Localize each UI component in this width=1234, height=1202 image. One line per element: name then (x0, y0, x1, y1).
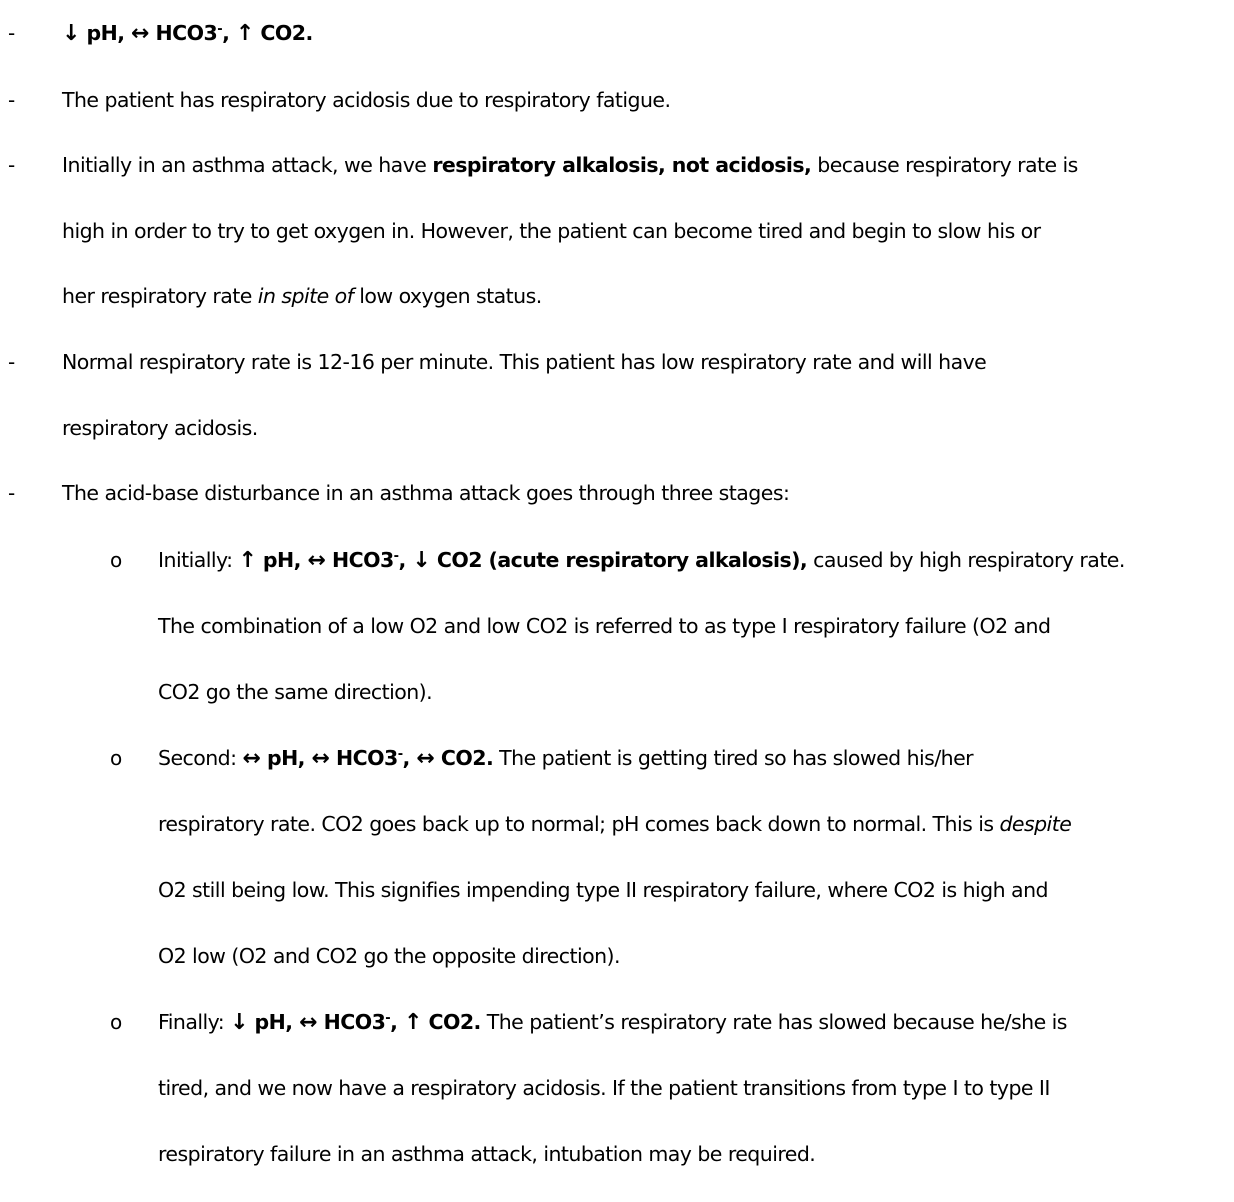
text-segment: respiratory rate. CO2 goes back up to no… (158, 812, 1000, 836)
text-segment: HCO3 (148, 21, 218, 45)
circle-bullet: o (110, 548, 123, 572)
text-segment: because respiratory rate is (811, 153, 1078, 177)
arrow-icon: ↔ (299, 1010, 317, 1035)
text-segment: Normal respiratory rate is 12-16 per min… (62, 350, 987, 374)
text-segment: O2 low (O2 and CO2 go the opposite direc… (158, 944, 620, 968)
dash-bullet: - (8, 153, 16, 177)
arrow-icon: ↔ (416, 746, 435, 771)
text-segment: The patient’s respiratory rate has slowe… (480, 1010, 1068, 1034)
arrow-icon: ↓ (62, 21, 80, 46)
text-line: Initially: ↑ pH, ↔ HCO3-, ↓ CO2 (acute r… (158, 546, 1125, 575)
text-line: O2 low (O2 and CO2 go the opposite direc… (158, 942, 620, 970)
text-segment: , (402, 746, 417, 770)
text-line: The patient has respiratory acidosis due… (62, 86, 671, 114)
text-segment: pH, (79, 21, 132, 45)
arrow-icon: ↑ (235, 21, 254, 46)
text-segment: Initially: (158, 548, 239, 572)
text-segment: CO2. (253, 21, 313, 45)
text-segment: in spite of (257, 284, 354, 308)
dash-bullet: - (8, 350, 16, 374)
text-segment: pH, (260, 746, 312, 770)
text-line: tired, and we now have a respiratory aci… (158, 1074, 1050, 1102)
arrow-icon: ↔ (311, 746, 330, 771)
text-line: Initially in an asthma attack, we have r… (62, 151, 1078, 179)
text-line: The acid-base disturbance in an asthma a… (62, 479, 790, 507)
text-line: respiratory failure in an asthma attack,… (158, 1140, 816, 1168)
text-segment: CO2 (acute respiratory alkalosis), (430, 548, 808, 572)
text-segment: high in order to try to get oxygen in. H… (62, 219, 1041, 243)
text-line: Normal respiratory rate is 12-16 per min… (62, 348, 987, 376)
text-segment: The combination of a low O2 and low CO2 … (158, 614, 1051, 638)
text-segment: low oxygen status. (353, 284, 542, 308)
text-line: Second: ↔ pH, ↔ HCO3-, ↔ CO2. The patien… (158, 744, 974, 773)
text-segment: O2 still being low. This signifies impen… (158, 878, 1049, 902)
text-line: The combination of a low O2 and low CO2 … (158, 612, 1051, 640)
dash-bullet: - (8, 21, 16, 45)
text-segment: Second: (158, 746, 243, 770)
text-segment: her respiratory rate (62, 284, 258, 308)
text-segment: The acid-base disturbance in an asthma a… (62, 481, 790, 505)
arrow-icon: ↔ (131, 21, 149, 46)
arrow-icon: ↑ (403, 1010, 422, 1035)
text-segment: CO2 go the same direction). (158, 680, 433, 704)
text-line: respiratory acidosis. (62, 414, 258, 442)
text-segment: respiratory alkalosis, not acidosis, (432, 153, 812, 177)
text-line: ↓ pH, ↔ HCO3-, ↑ CO2. (62, 19, 313, 48)
arrow-icon: ↓ (230, 1010, 248, 1035)
text-segment: respiratory failure in an asthma attack,… (158, 1142, 816, 1166)
arrow-icon: ↔ (242, 746, 261, 771)
text-segment: , (390, 1010, 404, 1034)
text-segment: HCO3 (325, 548, 394, 572)
text-segment: respiratory acidosis. (62, 416, 258, 440)
text-segment: HCO3 (317, 1010, 386, 1034)
text-segment: tired, and we now have a respiratory aci… (158, 1076, 1050, 1100)
arrow-icon: ↑ (238, 548, 257, 573)
arrow-icon: ↔ (307, 548, 326, 573)
text-segment: , (398, 548, 413, 572)
text-segment: Finally: (158, 1010, 231, 1034)
text-segment: pH, (247, 1010, 300, 1034)
text-segment: , (222, 21, 236, 45)
text-segment: The patient is getting tired so has slow… (493, 746, 974, 770)
text-segment: CO2. (421, 1010, 481, 1034)
text-segment: CO2. (434, 746, 494, 770)
arrow-icon: ↓ (412, 548, 431, 573)
circle-bullet: o (110, 1010, 123, 1034)
dash-bullet: - (8, 481, 16, 505)
text-segment: The patient has respiratory acidosis due… (62, 88, 671, 112)
circle-bullet: o (110, 746, 123, 770)
text-segment: pH, (256, 548, 308, 572)
text-line: respiratory rate. CO2 goes back up to no… (158, 810, 1072, 838)
text-segment: despite (999, 812, 1072, 836)
text-line: Finally: ↓ pH, ↔ HCO3-, ↑ CO2. The patie… (158, 1008, 1067, 1037)
text-line: O2 still being low. This signifies impen… (158, 876, 1049, 904)
text-line: high in order to try to get oxygen in. H… (62, 217, 1041, 245)
text-segment: caused by high respiratory rate. (807, 548, 1125, 572)
text-line: her respiratory rate in spite of low oxy… (62, 282, 542, 310)
dash-bullet: - (8, 88, 16, 112)
text-segment: Initially in an asthma attack, we have (62, 153, 433, 177)
text-line: CO2 go the same direction). (158, 678, 433, 706)
text-segment: HCO3 (329, 746, 398, 770)
